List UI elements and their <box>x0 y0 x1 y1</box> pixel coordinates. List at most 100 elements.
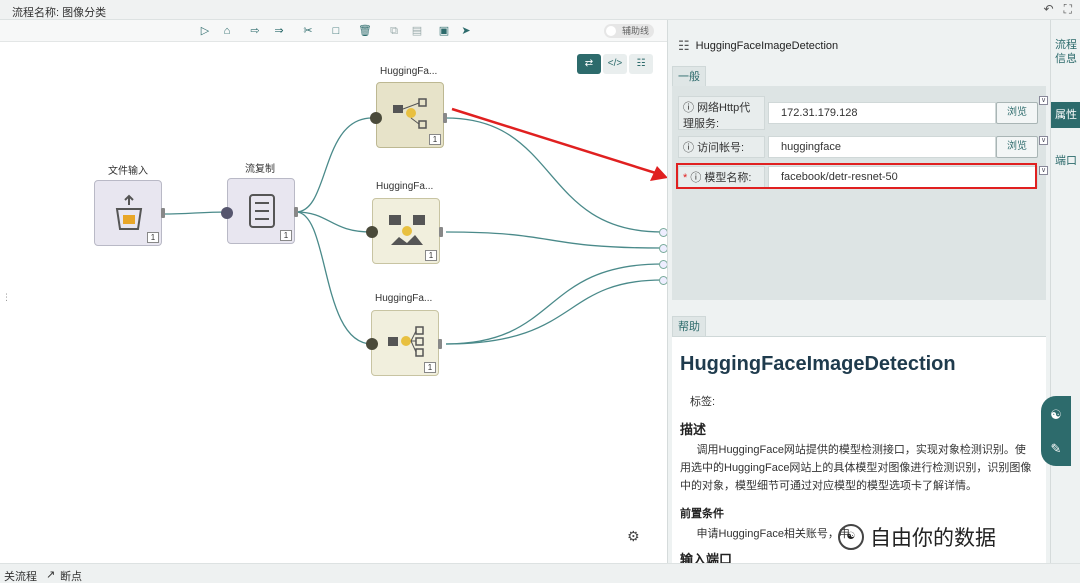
prop-label: ⓘ 访问帐号: <box>678 136 765 158</box>
edge-extra-out <box>445 279 663 345</box>
toggle-knob <box>606 26 616 36</box>
node-count: 1 <box>280 230 292 241</box>
account-input[interactable]: huggingface <box>768 136 996 158</box>
vertical-tabs: 流程信息 属性 端口 <box>1050 20 1080 563</box>
node-hf-detection-3[interactable]: 1 <box>371 310 439 376</box>
undo-icon[interactable]: ↶ <box>1044 2 1054 17</box>
node-label-file-input: 文件输入 <box>108 166 148 177</box>
browse-account-button[interactable]: 浏览 <box>996 136 1038 158</box>
help-desc-text: 调用HuggingFace网站提供的模型检测接口，实现对象检测识别。使用选中的H… <box>680 444 1032 492</box>
home-icon[interactable]: ⌂ <box>219 23 235 39</box>
help-desc-heading: 描述 <box>680 422 707 437</box>
node-count: 1 <box>147 232 159 243</box>
collapse-toggle-icon[interactable]: ∨ <box>1039 96 1048 105</box>
collapse-toggle-icon[interactable]: ∨ <box>1039 166 1048 175</box>
info-icon: ⓘ <box>683 142 694 154</box>
node-hf-detection-2[interactable]: 1 <box>372 198 440 264</box>
classification-icon <box>386 323 426 363</box>
node-label-stream-copy: 流复制 <box>245 164 275 175</box>
paste-icon[interactable]: ▤ <box>409 23 425 39</box>
help-input-heading: 输入端口 <box>680 552 733 563</box>
edge-hf2-out <box>445 231 663 249</box>
properties-panel: ☷ HuggingFaceImageDetection 一般 ⓘ 网络Http代… <box>667 20 1050 563</box>
input-port[interactable] <box>366 226 378 238</box>
breakpoint-link[interactable]: 断点 <box>60 568 82 583</box>
input-port[interactable] <box>370 112 382 124</box>
node-label-hf2: HuggingFa... <box>376 181 434 192</box>
bottom-bar: 关流程 ↗ 断点 <box>0 563 1080 583</box>
tab-help[interactable]: 帮助 <box>672 316 706 336</box>
collapse-toggle-icon[interactable]: ∨ <box>1039 136 1048 145</box>
node-label-hf3: HuggingFa... <box>375 293 433 304</box>
edge-hf3-out <box>445 263 663 345</box>
copy-icon[interactable]: ⧉ <box>386 23 402 39</box>
delete-icon[interactable]: 🗑 <box>357 23 373 39</box>
tab-properties[interactable]: 属性 <box>1051 102 1080 128</box>
breakpoint-icon[interactable]: ↗ <box>46 568 55 581</box>
node-label-hf1: HuggingFa... <box>380 66 438 77</box>
tab-flow-info[interactable]: 流程信息 <box>1051 34 1080 70</box>
output-port[interactable] <box>439 227 443 237</box>
node-count: 1 <box>424 362 436 373</box>
help-tags: 标签: <box>690 396 716 408</box>
browse-proxy-button[interactable]: 浏览 <box>996 102 1038 124</box>
send-icon[interactable]: ➤ <box>458 23 474 39</box>
tab-general[interactable]: 一般 <box>672 66 706 86</box>
debug-icon[interactable]: ⇒ <box>271 23 287 39</box>
proxy-input[interactable]: 172.31.179.128 <box>768 102 996 124</box>
help-pre-heading: 前置条件 <box>680 508 724 520</box>
output-port[interactable] <box>443 113 447 123</box>
proxy-label: 网络Http代理服务: <box>683 102 751 130</box>
account-label: 访问帐号: <box>697 142 745 154</box>
input-port[interactable] <box>366 338 378 350</box>
file-input-icon <box>109 193 149 233</box>
left-edge-handle[interactable]: ⋮ <box>2 292 11 303</box>
floating-action-bar: ☯ ✎ <box>1041 396 1071 466</box>
annotation-arrow-line <box>451 107 663 177</box>
app-window: 流程名称: 图像分类 ↶ ⛶ ▷ ⌂ ⇨ ⇒ ✂ □ 🗑 ⧉ ▤ ▣ ➤ 辅助线… <box>0 0 1080 583</box>
expand-icon[interactable]: ⛶ <box>1064 2 1072 17</box>
aux-line-label: 辅助线 <box>622 26 650 36</box>
flow-canvas[interactable]: ⇄ </> ☷ 文件输入 1 流复制 1 HuggingFa... 1 Hugg… <box>0 42 668 563</box>
wechat-logo-icon: ☯ <box>838 524 864 550</box>
wechat-icon[interactable]: ☯ <box>1045 404 1067 426</box>
title-bar: 流程名称: 图像分类 ↶ ⛶ <box>0 0 1080 20</box>
edge-input-to-copy <box>161 211 229 215</box>
edge-copy-to-hf1 <box>295 117 373 213</box>
stream-copy-icon <box>242 191 282 231</box>
panel-header-title: HuggingFaceImageDetection <box>695 40 839 52</box>
info-icon: ⓘ <box>683 102 694 114</box>
edge-copy-to-hf2 <box>295 211 373 233</box>
settings-icon[interactable]: ⚙ <box>627 528 640 545</box>
node-type-icon: ☷ <box>678 38 690 53</box>
image-compare-icon <box>387 211 427 251</box>
output-port[interactable] <box>438 339 442 349</box>
output-port[interactable] <box>161 208 165 218</box>
flow-link[interactable]: 关流程 <box>4 568 37 583</box>
panel-header: ☷ HuggingFaceImageDetection <box>678 38 838 54</box>
property-grid: ⓘ 网络Http代理服务: 172.31.179.128 浏览 ∨ ⓘ 访问帐号… <box>672 86 1048 300</box>
run-icon[interactable]: ▷ <box>197 23 213 39</box>
save-icon[interactable]: ▣ <box>436 23 452 39</box>
node-file-input[interactable]: 1 <box>94 180 162 246</box>
edge-hf1-out <box>445 117 663 233</box>
input-port[interactable] <box>221 207 233 219</box>
detection-icon <box>391 95 431 135</box>
cut-icon[interactable]: ✂ <box>300 23 316 39</box>
watermark: ☯ 自由你的数据 <box>838 522 996 552</box>
node-count: 1 <box>425 250 437 261</box>
help-title: HuggingFaceImageDetection <box>680 353 956 375</box>
tab-ports[interactable]: 端口 <box>1051 150 1080 172</box>
annotation-highlight-box <box>676 163 1037 189</box>
node-hf-detection-1[interactable]: 1 <box>376 82 444 148</box>
aux-line-toggle[interactable]: 辅助线 <box>604 24 654 38</box>
monitor-icon[interactable]: □ <box>328 23 344 39</box>
connections-layer <box>161 107 667 345</box>
node-stream-copy[interactable]: 1 <box>227 178 295 244</box>
annotation-arrow-head <box>650 166 667 181</box>
prop-label: ⓘ 网络Http代理服务: <box>678 96 765 130</box>
edit-note-icon[interactable]: ✎ <box>1045 438 1067 460</box>
output-port[interactable] <box>294 207 298 217</box>
canvas-toolbar: ▷ ⌂ ⇨ ⇒ ✂ □ 🗑 ⧉ ▤ ▣ ➤ 辅助线 <box>0 20 667 42</box>
step-run-icon[interactable]: ⇨ <box>247 23 263 39</box>
